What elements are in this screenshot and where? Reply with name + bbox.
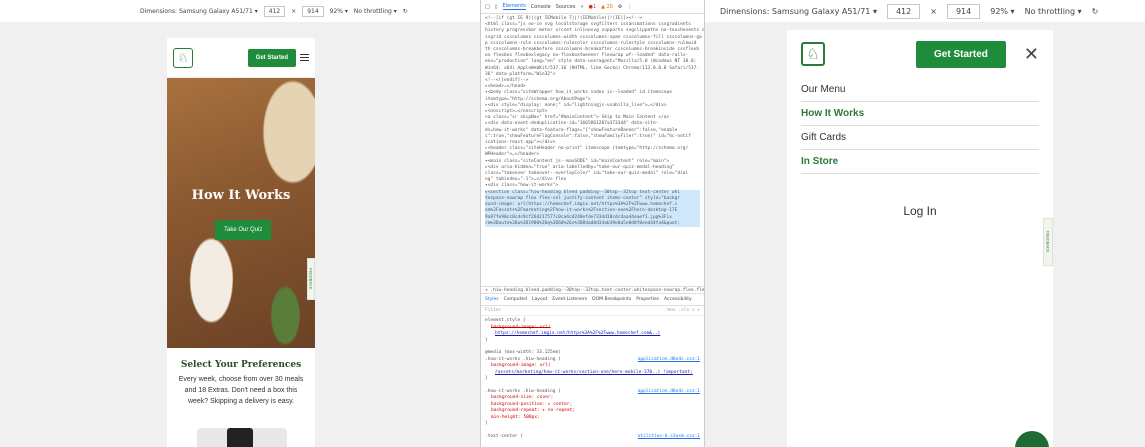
tab-styles[interactable]: Styles: [485, 297, 499, 302]
take-our-quiz-button[interactable]: Take Our Quiz: [215, 220, 272, 240]
gear-icon[interactable]: ⚙: [618, 4, 622, 10]
dom-tree-line[interactable]: rm%3Dauto%26w%3D1980%26q%3D60%26s%3D8dad…: [485, 220, 700, 227]
device-toggle-icon[interactable]: ▯: [495, 4, 498, 10]
tab-dom-breakpoints[interactable]: DOM Breakpoints: [592, 297, 631, 302]
device-select-right[interactable]: Dimensions: Samsung Galaxy A51/71 ▾: [720, 7, 877, 16]
mobile-preview-right: ♘ Get Started ✕ Our Menu How It Works Gi…: [787, 30, 1053, 447]
rule3-selector: .text-center {: [485, 433, 523, 439]
home-chef-logo-icon[interactable]: ♘: [801, 42, 825, 66]
error-count-badge[interactable]: ●1: [589, 4, 597, 10]
element-breadcrumb[interactable]: ◂ .hiw-heading.bleed.padding--30top--32t…: [481, 286, 704, 294]
dom-tree-line[interactable]: ssgrid csscolumns csscolumns-width cssco…: [485, 35, 702, 41]
styles-filter-input[interactable]: Filter :hov .cls + ✦: [481, 306, 704, 316]
dom-tree-line[interactable]: env="production" lang="en" style data-us…: [485, 59, 700, 65]
rule1-selector: .how-it-works .hiw-heading {: [485, 356, 561, 362]
rule3-file-link[interactable]: utilities-b.c3usm.css:1: [638, 434, 700, 441]
hero-title: How It Works: [191, 188, 291, 203]
height-input-right[interactable]: 914: [946, 3, 981, 19]
menu-item-in-store[interactable]: In Store: [801, 150, 1039, 174]
throttle-select-left[interactable]: No throttling ▾: [354, 8, 397, 15]
rule1-file-link[interactable]: application.d6e4c.css:1: [638, 357, 700, 364]
get-started-button-left[interactable]: Get Started: [247, 48, 296, 67]
zoom-select-left[interactable]: 92% ▾: [330, 8, 348, 15]
rule1-value[interactable]: /assets/marketing/how-it-works/section-o…: [485, 370, 700, 377]
feedback-tab-right[interactable]: FEEDBACK: [1043, 218, 1053, 266]
dom-tree-line[interactable]: ▾<body class="siteWrapper how_it_works i…: [485, 90, 700, 96]
kebab-menu-icon[interactable]: ⋮: [627, 4, 632, 10]
site-header-left: ♘ Get Started: [167, 38, 315, 78]
width-input-right[interactable]: 412: [886, 3, 921, 19]
styles-pane: element.style { background-image: url( h…: [485, 318, 700, 441]
close-menu-icon[interactable]: ✕: [1024, 45, 1039, 63]
dom-tree-line[interactable]: ds=how-it-works" data-feature-flags="{"s…: [485, 128, 700, 134]
dom-tree-line[interactable]: ▸<section class="hiw-heading bleed paddi…: [485, 189, 700, 196]
preferences-text: Every week, choose from over 30 meals an…: [178, 376, 304, 405]
device-select-left[interactable]: Dimensions: Samsung Galaxy A51/71 ▾: [140, 8, 258, 15]
rotate-icon-right[interactable]: ↻: [1092, 7, 1099, 16]
app-phone-image: [197, 428, 287, 447]
home-chef-logo-icon[interactable]: ♘: [173, 47, 193, 68]
device-toolbar-right: Dimensions: Samsung Galaxy A51/71 ▾ 412 …: [720, 0, 1098, 22]
tab-computed[interactable]: Computed: [504, 297, 527, 302]
inspect-icon[interactable]: □: [485, 4, 490, 10]
dimension-separator-left: ×: [291, 7, 297, 15]
mobile-preview-left: ♘ Get Started How It Works Take Our Quiz…: [167, 38, 315, 447]
tab-sources[interactable]: Sources: [556, 4, 576, 10]
rotate-icon-left[interactable]: ↻: [403, 8, 408, 15]
preferences-section: Select Your Preferences Every week, choo…: [167, 348, 315, 407]
hero-section: How It Works Take Our Quiz FEEDBACK: [167, 78, 315, 348]
devtools-tabs: □ ▯ Elements Console Sources » ●1 ▲ 20 ⚙…: [481, 0, 704, 14]
tab-layout[interactable]: Layout: [532, 297, 547, 302]
tab-event-listeners[interactable]: Event Listeners: [552, 297, 587, 302]
menu-item-gift-cards[interactable]: Gift Cards: [801, 126, 1039, 150]
throttle-select-right[interactable]: No throttling ▾: [1025, 7, 1082, 16]
feedback-tab-left[interactable]: FEEDBACK: [307, 258, 315, 300]
chat-bubble-icon[interactable]: [1015, 431, 1049, 447]
preferences-title: Select Your Preferences: [180, 360, 302, 370]
device-toolbar-left: Dimensions: Samsung Galaxy A51/71 ▾ 412 …: [140, 0, 408, 22]
screen-root: Dimensions: Samsung Galaxy A51/71 ▾ 412 …: [0, 0, 1145, 447]
menu-item-how-it-works[interactable]: How It Works: [801, 102, 1039, 126]
tab-more[interactable]: »: [580, 4, 583, 10]
styles-tabs: Styles Computed Layout Event Listeners D…: [481, 294, 704, 306]
zoom-select-right[interactable]: 92% ▾: [990, 7, 1014, 16]
filter-placeholder: Filter: [485, 308, 502, 313]
height-input-left[interactable]: 914: [302, 5, 324, 17]
tab-accessibility[interactable]: Accessibility: [664, 297, 692, 302]
dom-tree-line[interactable]: om%2Fassets%2Fmarketing%2Fhow-it-works%2…: [485, 208, 700, 215]
width-input-left[interactable]: 412: [263, 5, 286, 17]
dom-tree-line[interactable]: Win64; x64) AppleWebKit/537.36 (KHTML, l…: [485, 66, 700, 72]
dimension-separator-right: ×: [930, 6, 937, 16]
site-header-right: ♘ Get Started ✕: [787, 30, 1053, 78]
menu-item-our-menu[interactable]: Our Menu: [801, 78, 1039, 102]
get-started-button-right[interactable]: Get Started: [916, 40, 1006, 68]
devtools-panel: □ ▯ Elements Console Sources » ●1 ▲ 20 ⚙…: [480, 0, 705, 447]
tab-console[interactable]: Console: [531, 4, 551, 10]
dom-tree-line[interactable]: 9a97fe90cc0cdc9cf26d217577c0ca4cd248efde…: [485, 214, 700, 221]
dom-tree-line[interactable]: ▾<main class="siteContent js--maxSODE" i…: [485, 159, 700, 165]
filter-toolbar[interactable]: :hov .cls + ✦: [665, 308, 700, 313]
warning-count-badge[interactable]: ▲ 20: [601, 4, 613, 10]
tab-elements[interactable]: Elements: [502, 3, 526, 10]
elements-tree[interactable]: <!--[if (gt IE 9)|(gt IEMobile 7)|!(IEMo…: [481, 14, 704, 286]
mobile-nav-menu: Our Menu How It Works Gift Cards In Stor…: [787, 78, 1053, 174]
log-in-link[interactable]: Log In: [787, 204, 1053, 218]
dom-tree-line[interactable]: history progressbar meter srcset inlines…: [485, 28, 704, 34]
tab-properties[interactable]: Properties: [636, 297, 659, 302]
rule2-file-link[interactable]: application.d6e4c.css:1: [638, 389, 700, 396]
rule2-selector: .how-it-works .hiw-heading {: [485, 388, 561, 394]
hamburger-menu-icon[interactable]: [300, 54, 309, 61]
